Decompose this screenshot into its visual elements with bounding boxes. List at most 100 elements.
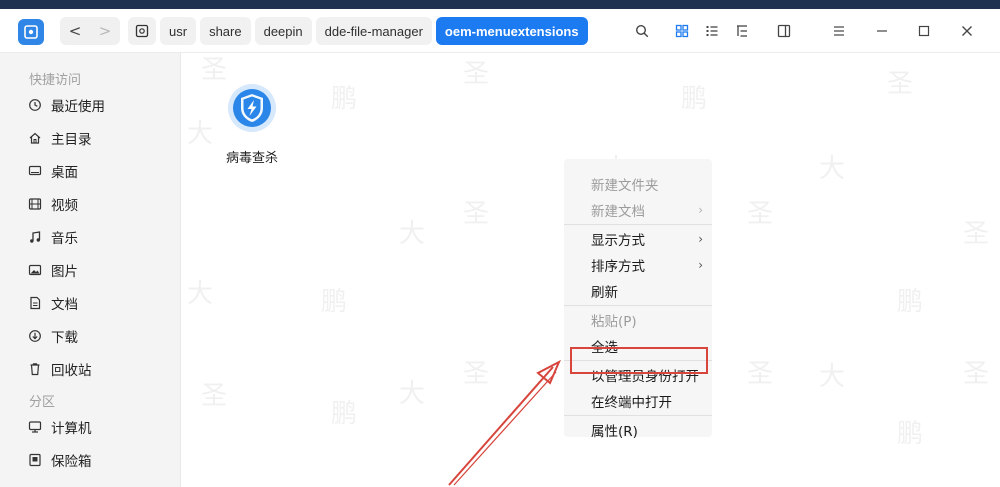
menu-item-label: 粘贴(P) [591, 314, 637, 330]
sidebar-panel-icon [777, 24, 791, 38]
watermark-text: 大 [819, 154, 846, 184]
menu-item-label: 在终端中打开 [591, 395, 672, 411]
image-icon [28, 263, 42, 277]
sidebar-item[interactable]: 回收站 [28, 355, 176, 383]
breadcrumb-item[interactable]: deepin [254, 17, 312, 45]
context-menu-item[interactable]: 全选 [564, 333, 712, 359]
watermark-text: 大 [819, 362, 846, 392]
sidebar-item-label: 回收站 [51, 363, 92, 379]
menu-item-label: 属性(R) [591, 424, 638, 440]
context-menu-item[interactable]: 在终端中打开 [564, 388, 712, 414]
tree-view-button[interactable] [728, 17, 756, 45]
menu-item-label: 刷新 [591, 285, 618, 301]
menu-separator [564, 360, 712, 361]
sidebar-item-label: 图片 [51, 264, 78, 280]
menu-item-label: 显示方式 [591, 233, 645, 249]
breadcrumb-item[interactable]: share [200, 17, 251, 45]
maximize-icon [918, 25, 930, 37]
sidebar-item-label: 主目录 [51, 132, 92, 148]
computer-icon [28, 420, 42, 434]
context-menu-item[interactable]: 刷新 [564, 278, 712, 304]
context-menu-item[interactable]: 排序方式 › [564, 252, 712, 278]
hamburger-menu-icon [834, 26, 844, 36]
sidebar-item[interactable]: 主目录 [28, 124, 176, 152]
breadcrumb-item[interactable]: usr [160, 17, 197, 45]
trash-icon [28, 362, 42, 376]
maximize-button[interactable] [910, 17, 938, 45]
watermark-text: 圣 [463, 59, 490, 89]
sidebar-item[interactable]: 文档 [28, 289, 176, 317]
search-button[interactable] [628, 17, 656, 45]
navigation-buttons: < > [60, 17, 120, 45]
watermark-text: 圣 [201, 381, 228, 411]
sidebar-item[interactable]: 下载 [28, 322, 176, 350]
music-icon [28, 230, 42, 244]
watermark-text: 鹏 [897, 287, 924, 317]
menu-item-label: 全选 [591, 340, 618, 356]
sidebar-item-label: 保险箱 [51, 454, 92, 470]
sidebar-item-label: 桌面 [51, 165, 78, 181]
sidebar-item[interactable]: 图片 [28, 256, 176, 284]
file-item-antivirus[interactable]: 病毒查杀 [221, 83, 283, 173]
chevron-left-icon: < [68, 22, 82, 40]
menu-item-label: 以管理员身份打开 [591, 369, 699, 385]
sidebar: 快捷访问 最近使用 主目录 桌面 视频 音乐 图片 文档 下载 回收站 分区 计算机 保险箱 [0, 53, 181, 487]
desktop-icon [28, 164, 42, 178]
menu-item-label: 新建文件夹 [591, 178, 659, 194]
context-menu-item[interactable]: 以管理员身份打开 [564, 362, 712, 388]
list-view-button[interactable] [698, 17, 726, 45]
chevron-right-icon: > [98, 22, 112, 40]
watermark-text: 鹏 [897, 419, 924, 449]
breadcrumb-item[interactable]: oem-menuextensions [435, 17, 588, 45]
menu-separator [564, 305, 712, 306]
vault-icon [28, 453, 42, 467]
file-manager-window: < > usr share deepin dde-file-manager oem-me… [0, 9, 1000, 487]
watermark-text: 圣 [747, 359, 774, 389]
menu-item-label: 排序方式 [591, 259, 645, 275]
watermark-text: 圣 [963, 219, 990, 249]
forward-button[interactable]: > [90, 17, 120, 45]
sidebar-item[interactable]: 视频 [28, 190, 176, 218]
tree-view-icon [737, 25, 747, 37]
watermark-text: 鹏 [331, 399, 358, 429]
minimize-icon [877, 30, 887, 32]
context-menu-item[interactable]: 显示方式 › [564, 226, 712, 252]
context-menu-item[interactable]: 新建文档 › [564, 197, 712, 223]
watermark-text: 鹏 [321, 287, 348, 317]
watermark-text: 圣 [747, 199, 774, 229]
sidebar-item-label: 视频 [51, 198, 78, 214]
watermark-text: 大 [187, 119, 214, 149]
main-menu-button[interactable] [825, 17, 853, 45]
context-menu-item[interactable]: 属性(R) [564, 417, 712, 443]
chevron-right-icon: › [698, 232, 703, 246]
icon-view-button[interactable] [668, 17, 696, 45]
sidebar-item[interactable]: 音乐 [28, 223, 176, 251]
sidebar-item[interactable]: 保险箱 [28, 446, 176, 474]
back-button[interactable]: < [60, 17, 90, 45]
minimize-button[interactable] [868, 17, 896, 45]
home-icon [28, 131, 42, 145]
breadcrumb: usr share deepin dde-file-manager oem-menuex… [128, 17, 588, 45]
sidebar-item-label: 最近使用 [51, 99, 105, 115]
context-menu-item[interactable]: 新建文件夹 [564, 171, 712, 197]
grid-view-icon [675, 24, 689, 38]
sidebar-item[interactable]: 最近使用 [28, 91, 176, 119]
detail-panel-button[interactable] [770, 17, 798, 45]
sidebar-item[interactable]: 计算机 [28, 413, 176, 441]
file-name: 病毒查杀 [225, 151, 278, 166]
close-button[interactable] [953, 17, 981, 45]
context-menu-item[interactable]: 粘贴(P) [564, 307, 712, 333]
video-icon [28, 197, 42, 211]
breadcrumb-root[interactable] [128, 17, 156, 45]
watermark-text: 圣 [887, 69, 914, 99]
document-icon [28, 296, 42, 310]
breadcrumb-item[interactable]: dde-file-manager [315, 17, 432, 45]
menu-separator [564, 224, 712, 225]
antivirus-shield-icon [228, 84, 276, 132]
list-view-icon [706, 26, 718, 36]
chevron-right-icon: › [698, 258, 703, 272]
sidebar-item-label: 下载 [51, 330, 78, 346]
sidebar-item[interactable]: 桌面 [28, 157, 176, 185]
titlebar: < > usr share deepin dde-file-manager oem-me… [0, 9, 1000, 53]
watermark-text: 大 [399, 219, 426, 249]
